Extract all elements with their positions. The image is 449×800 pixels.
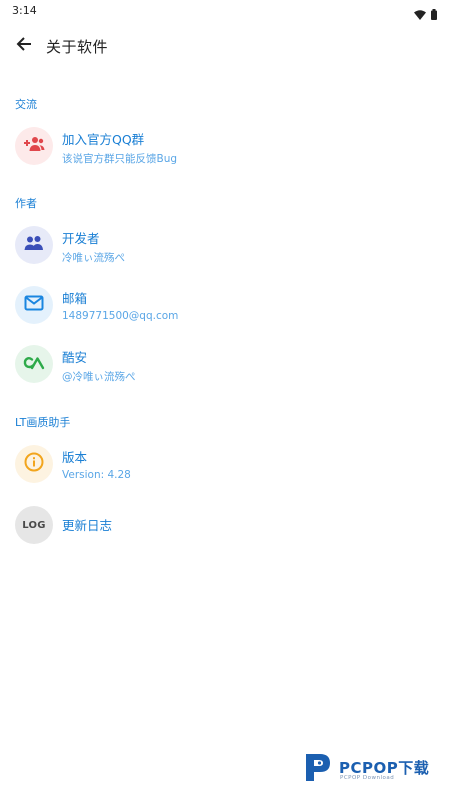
page-title: 关于软件 <box>46 38 109 56</box>
coolapk-icon <box>23 355 45 374</box>
item-subtitle: Version: 4.28 <box>62 469 131 481</box>
icon-circle <box>15 345 53 383</box>
status-icons <box>414 5 437 24</box>
item-subtitle: @冷唯ぃ流殇ぺ <box>62 371 136 383</box>
mail-icon <box>24 295 44 315</box>
icon-circle <box>15 445 53 483</box>
item-title: 更新日志 <box>62 518 113 533</box>
item-subtitle: 冷唯ぃ流殇ぺ <box>62 252 125 264</box>
status-bar: 3:14 <box>0 0 449 22</box>
item-subtitle: 1489771500@qq.com <box>62 310 179 322</box>
battery-icon <box>431 5 437 24</box>
section-label-communication: 交流 <box>15 98 37 111</box>
item-subtitle: 该说官方群只能反馈Bug <box>62 153 178 165</box>
status-time: 3:14 <box>12 4 37 17</box>
log-icon: LOG <box>22 519 46 531</box>
list-item-version[interactable]: 版本 Version: 4.28 <box>0 445 449 493</box>
item-title: 加入官方QQ群 <box>62 132 145 147</box>
list-item-coolapk[interactable]: 酷安 @冷唯ぃ流殇ぺ <box>0 345 449 393</box>
icon-circle: LOG <box>15 506 53 544</box>
section-label-app: LT画质助手 <box>15 416 71 429</box>
list-item-developer[interactable]: 开发者 冷唯ぃ流殇ぺ <box>0 226 449 274</box>
app-bar: 关于软件 <box>0 28 449 62</box>
list-item-join-qq-group[interactable]: 加入官方QQ群 该说官方群只能反馈Bug <box>0 127 449 175</box>
list-item-email[interactable]: 邮箱 1489771500@qq.com <box>0 286 449 334</box>
watermark: PCPOP下载 PCPOP Download <box>303 751 443 787</box>
icon-circle <box>15 286 53 324</box>
list-item-changelog[interactable]: LOG 更新日志 <box>0 506 449 554</box>
icon-circle <box>15 226 53 264</box>
pcpop-logo-icon <box>303 751 333 781</box>
icon-circle <box>15 127 53 165</box>
section-label-author: 作者 <box>15 197 37 210</box>
wifi-icon <box>414 5 426 24</box>
item-title: 开发者 <box>62 231 100 246</box>
item-title: 邮箱 <box>62 291 88 306</box>
item-title: 版本 <box>62 450 88 465</box>
people-icon <box>23 235 45 255</box>
info-icon <box>24 452 44 476</box>
item-title: 酷安 <box>62 350 88 365</box>
arrow-left-icon <box>15 35 33 57</box>
watermark-subtext: PCPOP Download <box>340 775 395 781</box>
add-group-icon <box>23 135 45 157</box>
back-button[interactable] <box>12 34 36 58</box>
